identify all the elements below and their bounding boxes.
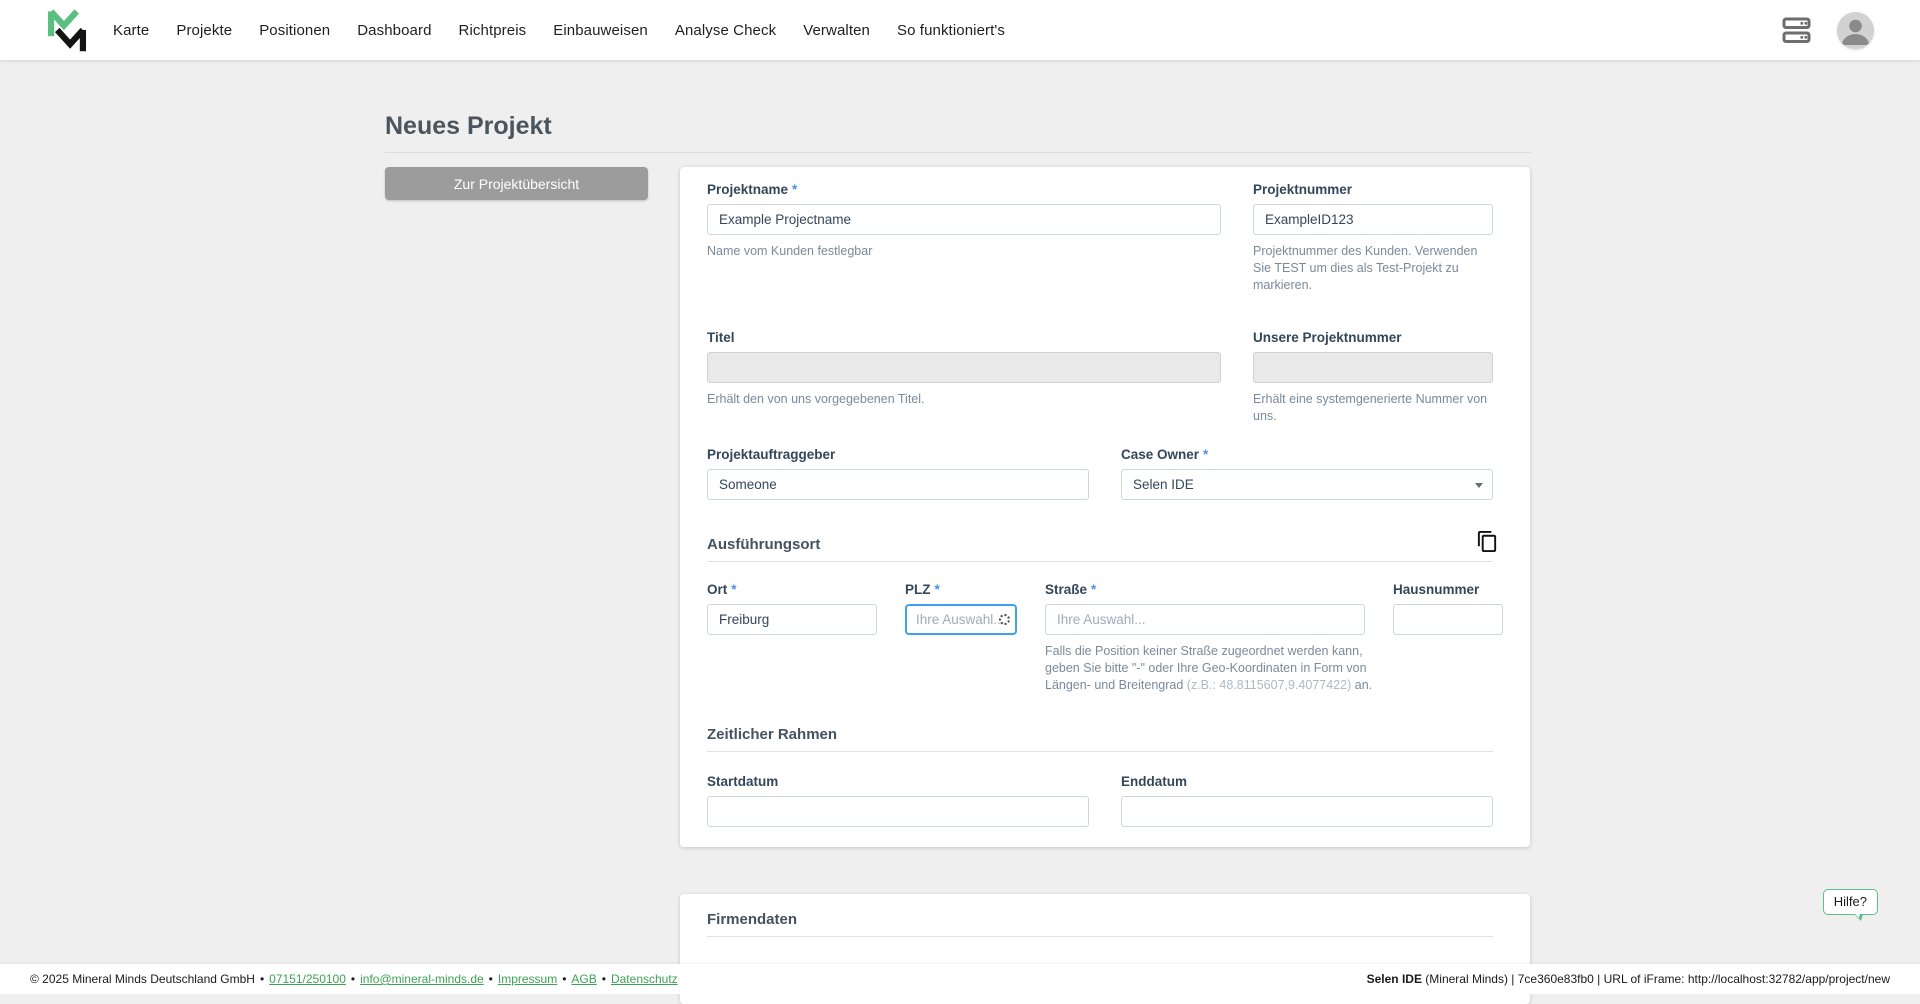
footer-link-phone[interactable]: 07151/250100	[269, 972, 346, 986]
page-footer: © 2025 Mineral Minds Deutschland GmbH • 07…	[0, 964, 1920, 994]
required-marker: *	[792, 182, 798, 197]
row-ort: Ort* PLZ* Straße* Falls die Position kei…	[707, 582, 1503, 694]
main-nav: Karte Projekte Positionen Dashboard Rich…	[113, 0, 1005, 60]
case-owner-select[interactable]: Selen IDE	[1121, 469, 1493, 500]
row-datum: Startdatum Enddatum	[707, 774, 1493, 827]
startdatum-label: Startdatum	[707, 774, 779, 789]
projektnummer-help: Projektnummer des Kunden. Verwenden Sie …	[1253, 244, 1478, 292]
case-owner-label: Case Owner *	[1121, 447, 1209, 462]
field-titel: Titel Erhält den von uns vorgegebenen Ti…	[707, 330, 1221, 425]
field-projektnummer: Projektnummer Projektnummer des Kunden. …	[1253, 182, 1493, 294]
field-strasse: Straße* Falls die Position keiner Straße…	[1045, 582, 1372, 694]
field-projektauftraggeber: Projektauftraggeber	[707, 447, 1089, 500]
page-title: Neues Projekt	[385, 112, 552, 140]
titel-input	[707, 352, 1221, 383]
session-user: Selen IDE	[1366, 972, 1422, 986]
footer-session-info: Selen IDE (Mineral Minds) | 7ce360e83fb0…	[1367, 972, 1890, 986]
ort-label: Ort *	[707, 582, 737, 597]
projektname-label: Projektname *	[707, 182, 798, 197]
field-hausnummer: Hausnummer	[1393, 582, 1503, 694]
mineral-minds-logo-icon[interactable]	[45, 7, 89, 53]
field-plz: PLZ *	[905, 582, 1017, 694]
top-navbar: Karte Projekte Positionen Dashboard Rich…	[0, 0, 1920, 60]
case-owner-selected-value: Selen IDE	[1133, 477, 1194, 492]
field-projektname: Projektname* Name vom Kunden festlegbar	[707, 182, 1221, 294]
nav-item-projekte[interactable]: Projekte	[176, 22, 232, 39]
nav-item-einbauweisen[interactable]: Einbauweisen	[553, 22, 648, 39]
nav-item-positionen[interactable]: Positionen	[259, 22, 330, 39]
field-unsere-projektnummer: Unsere Projektnummer Erhält eine systemg…	[1253, 330, 1493, 425]
nav-item-dashboard[interactable]: Dashboard	[357, 22, 431, 39]
required-marker: *	[1091, 582, 1097, 597]
unsere-projektnummer-help: Erhält eine systemgenerierte Nummer von …	[1253, 392, 1488, 423]
unsere-projektnummer-label: Unsere Projektnummer	[1253, 330, 1402, 345]
startdatum-input[interactable]	[707, 796, 1089, 827]
required-marker: *	[731, 582, 737, 597]
copy-location-button[interactable]	[1475, 530, 1499, 554]
projektauftraggeber-label: Projektauftraggeber	[707, 447, 836, 462]
unsere-projektnummer-input	[1253, 352, 1493, 383]
new-project-form-card: Projektname* Name vom Kunden festlegbar …	[680, 167, 1530, 847]
account-avatar-icon[interactable]	[1837, 11, 1874, 49]
loading-spinner-icon	[999, 614, 1010, 625]
session-details: (Mineral Minds) | 7ce360e83fb0 | URL of …	[1421, 972, 1890, 986]
row-projektname: Projektname* Name vom Kunden festlegbar …	[707, 182, 1493, 294]
footer-link-impressum[interactable]: Impressum	[498, 972, 557, 986]
required-marker: *	[934, 582, 940, 597]
strasse-help: Falls die Position keiner Straße zugeord…	[1045, 644, 1373, 692]
footer-link-agb[interactable]: AGB	[571, 972, 596, 986]
footer-link-datenschutz[interactable]: Datenschutz	[611, 972, 678, 986]
hausnummer-input[interactable]	[1393, 604, 1503, 635]
strasse-label: Straße *	[1045, 582, 1097, 597]
section-ausfuehrungsort: Ausführungsort	[707, 530, 1496, 562]
projektnummer-input[interactable]	[1253, 204, 1493, 235]
enddatum-label: Enddatum	[1121, 774, 1187, 789]
title-divider	[385, 152, 1531, 153]
section-zeitlicher-rahmen: Zeitlicher Rahmen	[707, 726, 1493, 752]
field-case-owner: Case Owner * Selen IDE	[1121, 447, 1493, 500]
nav-item-analyse-check[interactable]: Analyse Check	[675, 22, 776, 39]
footer-link-email[interactable]: info@mineral-minds.de	[360, 972, 484, 986]
copyright-text: © 2025 Mineral Minds Deutschland GmbH	[30, 972, 255, 986]
nav-item-so-funktionierts[interactable]: So funktioniert's	[897, 22, 1005, 39]
hausnummer-label: Hausnummer	[1393, 582, 1480, 597]
ort-input[interactable]	[707, 604, 877, 635]
header-actions	[1780, 0, 1874, 60]
row-titel: Titel Erhält den von uns vorgegebenen Ti…	[707, 330, 1493, 425]
titel-help: Erhält den von uns vorgegebenen Titel.	[707, 392, 925, 406]
projektname-input[interactable]	[707, 204, 1221, 235]
required-marker: *	[1203, 447, 1209, 462]
chevron-down-icon	[1475, 483, 1483, 488]
footer-left: © 2025 Mineral Minds Deutschland GmbH • 07…	[30, 972, 678, 986]
enddatum-input[interactable]	[1121, 796, 1493, 827]
projektname-help: Name vom Kunden festlegbar	[707, 244, 873, 258]
titel-label: Titel	[707, 330, 735, 345]
section-firmendaten: Firmendaten	[707, 911, 1493, 937]
field-startdatum: Startdatum	[707, 774, 1089, 827]
server-rack-icon[interactable]	[1780, 14, 1813, 47]
strasse-input[interactable]	[1045, 604, 1365, 635]
nav-item-richtpreis[interactable]: Richtpreis	[459, 22, 527, 39]
row-auftraggeber: Projektauftraggeber Case Owner* Selen ID…	[707, 447, 1493, 500]
nav-item-verwalten[interactable]: Verwalten	[803, 22, 870, 39]
projektnummer-label: Projektnummer	[1253, 182, 1353, 197]
field-enddatum: Enddatum	[1121, 774, 1493, 827]
field-ort: Ort *	[707, 582, 877, 694]
help-button[interactable]: Hilfe?	[1822, 889, 1878, 921]
projektauftraggeber-input[interactable]	[707, 469, 1089, 500]
back-to-project-overview-button[interactable]: Zur Projektübersicht	[385, 167, 648, 200]
plz-label: PLZ *	[905, 582, 940, 597]
content-copy-icon	[1477, 530, 1496, 553]
nav-item-karte[interactable]: Karte	[113, 22, 149, 39]
